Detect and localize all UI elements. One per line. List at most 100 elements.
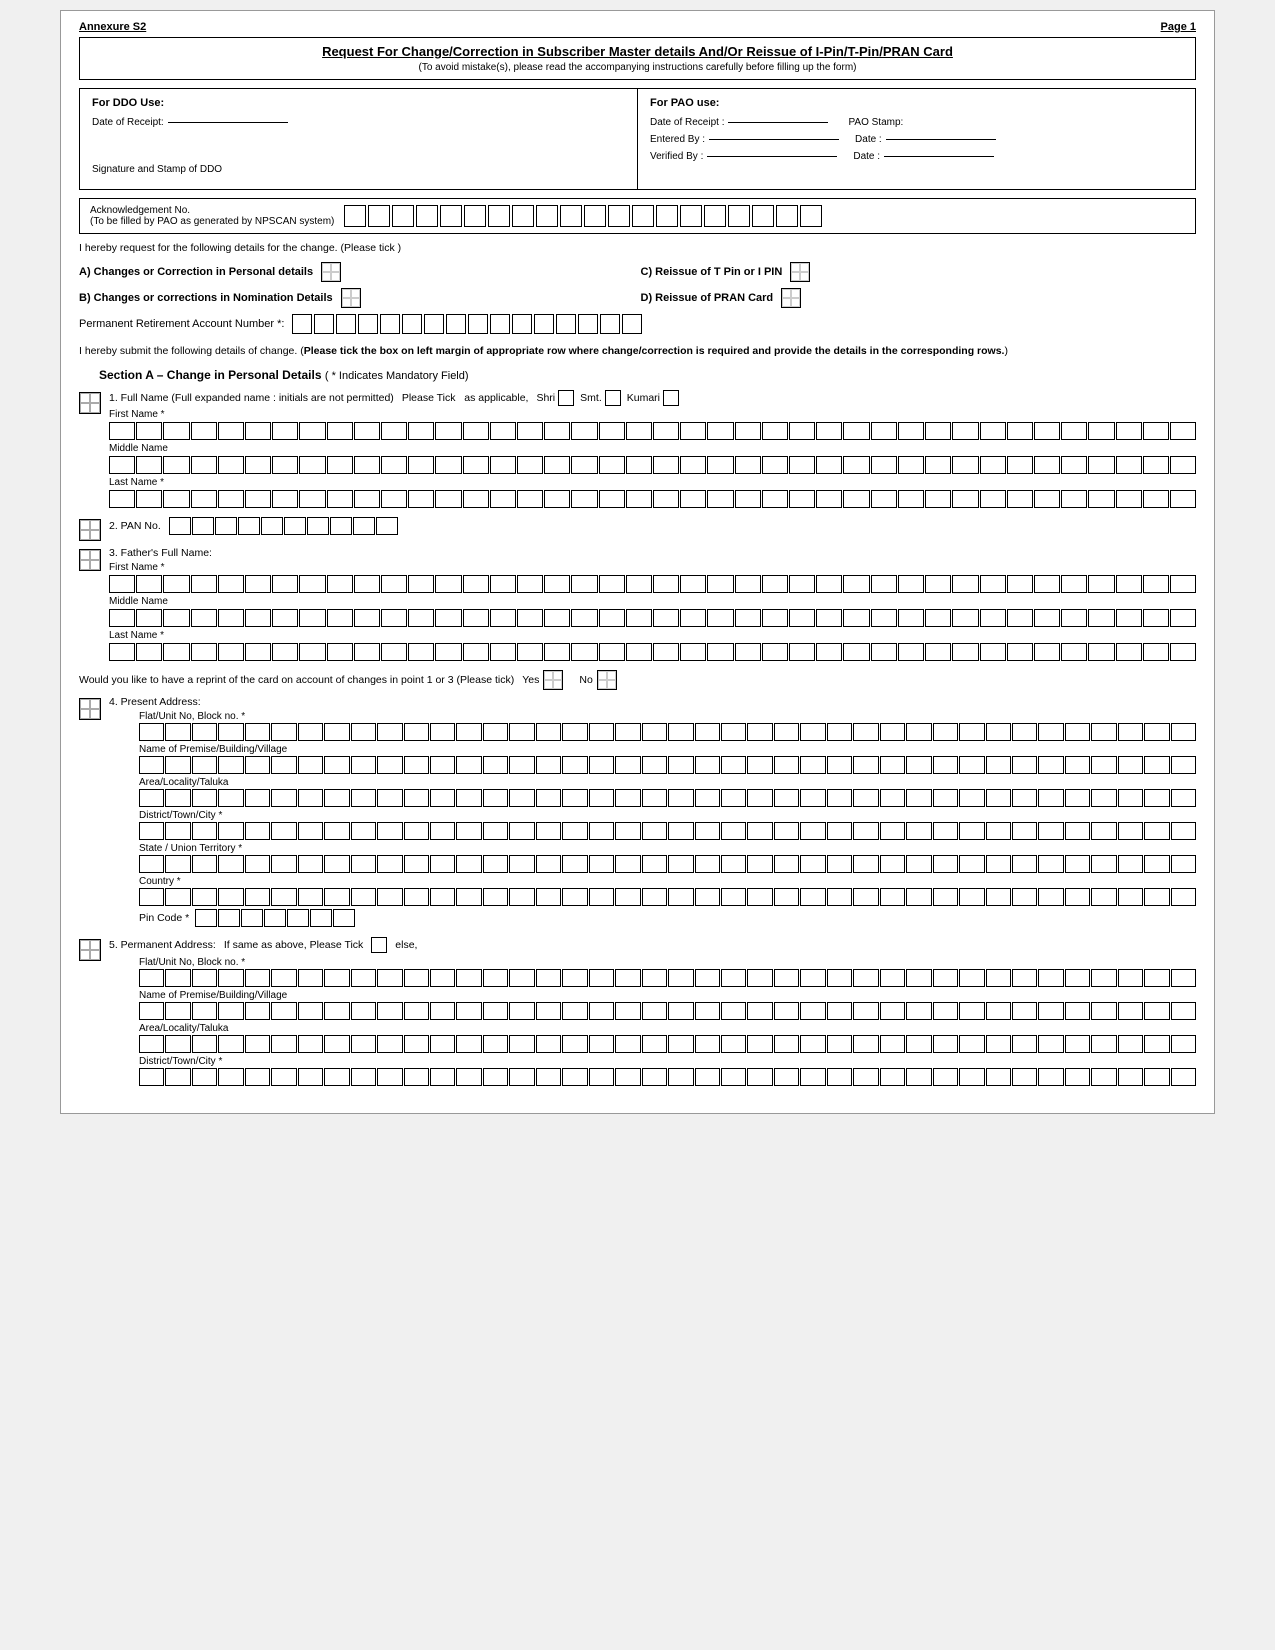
ack-box-17[interactable] bbox=[728, 205, 750, 227]
fn-cell-33[interactable] bbox=[980, 422, 1006, 440]
country-27[interactable] bbox=[827, 888, 852, 906]
prem-26[interactable] bbox=[800, 756, 825, 774]
prem-33[interactable] bbox=[986, 756, 1011, 774]
dist-20[interactable] bbox=[642, 822, 667, 840]
fln-27[interactable] bbox=[816, 643, 842, 661]
pa-11[interactable] bbox=[404, 1035, 429, 1053]
kumari-checkbox[interactable] bbox=[663, 390, 679, 406]
area-19[interactable] bbox=[615, 789, 640, 807]
dist-16[interactable] bbox=[536, 822, 561, 840]
pf-7[interactable] bbox=[298, 969, 323, 987]
mn-cell-36[interactable] bbox=[1061, 456, 1087, 474]
ffn-11[interactable] bbox=[381, 575, 407, 593]
ack-box-14[interactable] bbox=[656, 205, 678, 227]
fn-cell-40[interactable] bbox=[1170, 422, 1196, 440]
pf-20[interactable] bbox=[642, 969, 667, 987]
state-39[interactable] bbox=[1144, 855, 1169, 873]
pin-3[interactable] bbox=[241, 909, 263, 927]
pin-4[interactable] bbox=[264, 909, 286, 927]
pd-27[interactable] bbox=[827, 1068, 852, 1086]
pd-21[interactable] bbox=[668, 1068, 693, 1086]
ln-cell-10[interactable] bbox=[354, 490, 380, 508]
fln-13[interactable] bbox=[435, 643, 461, 661]
fln-31[interactable] bbox=[925, 643, 951, 661]
pf-34[interactable] bbox=[1012, 969, 1037, 987]
fln-9[interactable] bbox=[327, 643, 353, 661]
ffn-27[interactable] bbox=[816, 575, 842, 593]
fmn-10[interactable] bbox=[354, 609, 380, 627]
fln-18[interactable] bbox=[571, 643, 597, 661]
pd-12[interactable] bbox=[430, 1068, 455, 1086]
fln-30[interactable] bbox=[898, 643, 924, 661]
fn-cell-5[interactable] bbox=[218, 422, 244, 440]
pa-6[interactable] bbox=[271, 1035, 296, 1053]
fmn-32[interactable] bbox=[952, 609, 978, 627]
prem-6[interactable] bbox=[271, 756, 296, 774]
state-35[interactable] bbox=[1038, 855, 1063, 873]
pan-cell-2[interactable] bbox=[192, 517, 214, 535]
country-38[interactable] bbox=[1118, 888, 1143, 906]
pd-10[interactable] bbox=[377, 1068, 402, 1086]
area-32[interactable] bbox=[959, 789, 984, 807]
country-40[interactable] bbox=[1171, 888, 1196, 906]
pf-3[interactable] bbox=[192, 969, 217, 987]
state-29[interactable] bbox=[880, 855, 905, 873]
pf-23[interactable] bbox=[721, 969, 746, 987]
mn-cell-18[interactable] bbox=[571, 456, 597, 474]
area-18[interactable] bbox=[589, 789, 614, 807]
pa-9[interactable] bbox=[351, 1035, 376, 1053]
state-16[interactable] bbox=[536, 855, 561, 873]
flat-3[interactable] bbox=[192, 723, 217, 741]
pp-24[interactable] bbox=[747, 1002, 772, 1020]
fn-cell-38[interactable] bbox=[1116, 422, 1142, 440]
pf-26[interactable] bbox=[800, 969, 825, 987]
flat-2[interactable] bbox=[165, 723, 190, 741]
pd-24[interactable] bbox=[747, 1068, 772, 1086]
fn-cell-32[interactable] bbox=[952, 422, 978, 440]
area-22[interactable] bbox=[695, 789, 720, 807]
mn-cell-20[interactable] bbox=[626, 456, 652, 474]
country-16[interactable] bbox=[536, 888, 561, 906]
option-d-checkbox[interactable] bbox=[781, 288, 801, 308]
pd-9[interactable] bbox=[351, 1068, 376, 1086]
fln-40[interactable] bbox=[1170, 643, 1196, 661]
pf-4[interactable] bbox=[218, 969, 243, 987]
state-1[interactable] bbox=[139, 855, 164, 873]
fn-cell-24[interactable] bbox=[735, 422, 761, 440]
ln-cell-29[interactable] bbox=[871, 490, 897, 508]
ln-cell-11[interactable] bbox=[381, 490, 407, 508]
country-7[interactable] bbox=[298, 888, 323, 906]
fn-cell-25[interactable] bbox=[762, 422, 788, 440]
ffn-21[interactable] bbox=[653, 575, 679, 593]
state-11[interactable] bbox=[404, 855, 429, 873]
fn-cell-4[interactable] bbox=[191, 422, 217, 440]
pin-5[interactable] bbox=[287, 909, 309, 927]
state-7[interactable] bbox=[298, 855, 323, 873]
pin-6[interactable] bbox=[310, 909, 332, 927]
area-23[interactable] bbox=[721, 789, 746, 807]
ln-cell-35[interactable] bbox=[1034, 490, 1060, 508]
state-28[interactable] bbox=[853, 855, 878, 873]
flat-6[interactable] bbox=[271, 723, 296, 741]
ffn-25[interactable] bbox=[762, 575, 788, 593]
area-3[interactable] bbox=[192, 789, 217, 807]
area-25[interactable] bbox=[774, 789, 799, 807]
area-31[interactable] bbox=[933, 789, 958, 807]
ln-cell-27[interactable] bbox=[816, 490, 842, 508]
pp-18[interactable] bbox=[589, 1002, 614, 1020]
pp-5[interactable] bbox=[245, 1002, 270, 1020]
country-29[interactable] bbox=[880, 888, 905, 906]
ack-box-16[interactable] bbox=[704, 205, 726, 227]
dist-11[interactable] bbox=[404, 822, 429, 840]
state-14[interactable] bbox=[483, 855, 508, 873]
mn-cell-22[interactable] bbox=[680, 456, 706, 474]
ffn-17[interactable] bbox=[544, 575, 570, 593]
pf-28[interactable] bbox=[853, 969, 878, 987]
fmn-20[interactable] bbox=[626, 609, 652, 627]
fln-17[interactable] bbox=[544, 643, 570, 661]
state-30[interactable] bbox=[906, 855, 931, 873]
country-25[interactable] bbox=[774, 888, 799, 906]
area-39[interactable] bbox=[1144, 789, 1169, 807]
pf-25[interactable] bbox=[774, 969, 799, 987]
fln-2[interactable] bbox=[136, 643, 162, 661]
